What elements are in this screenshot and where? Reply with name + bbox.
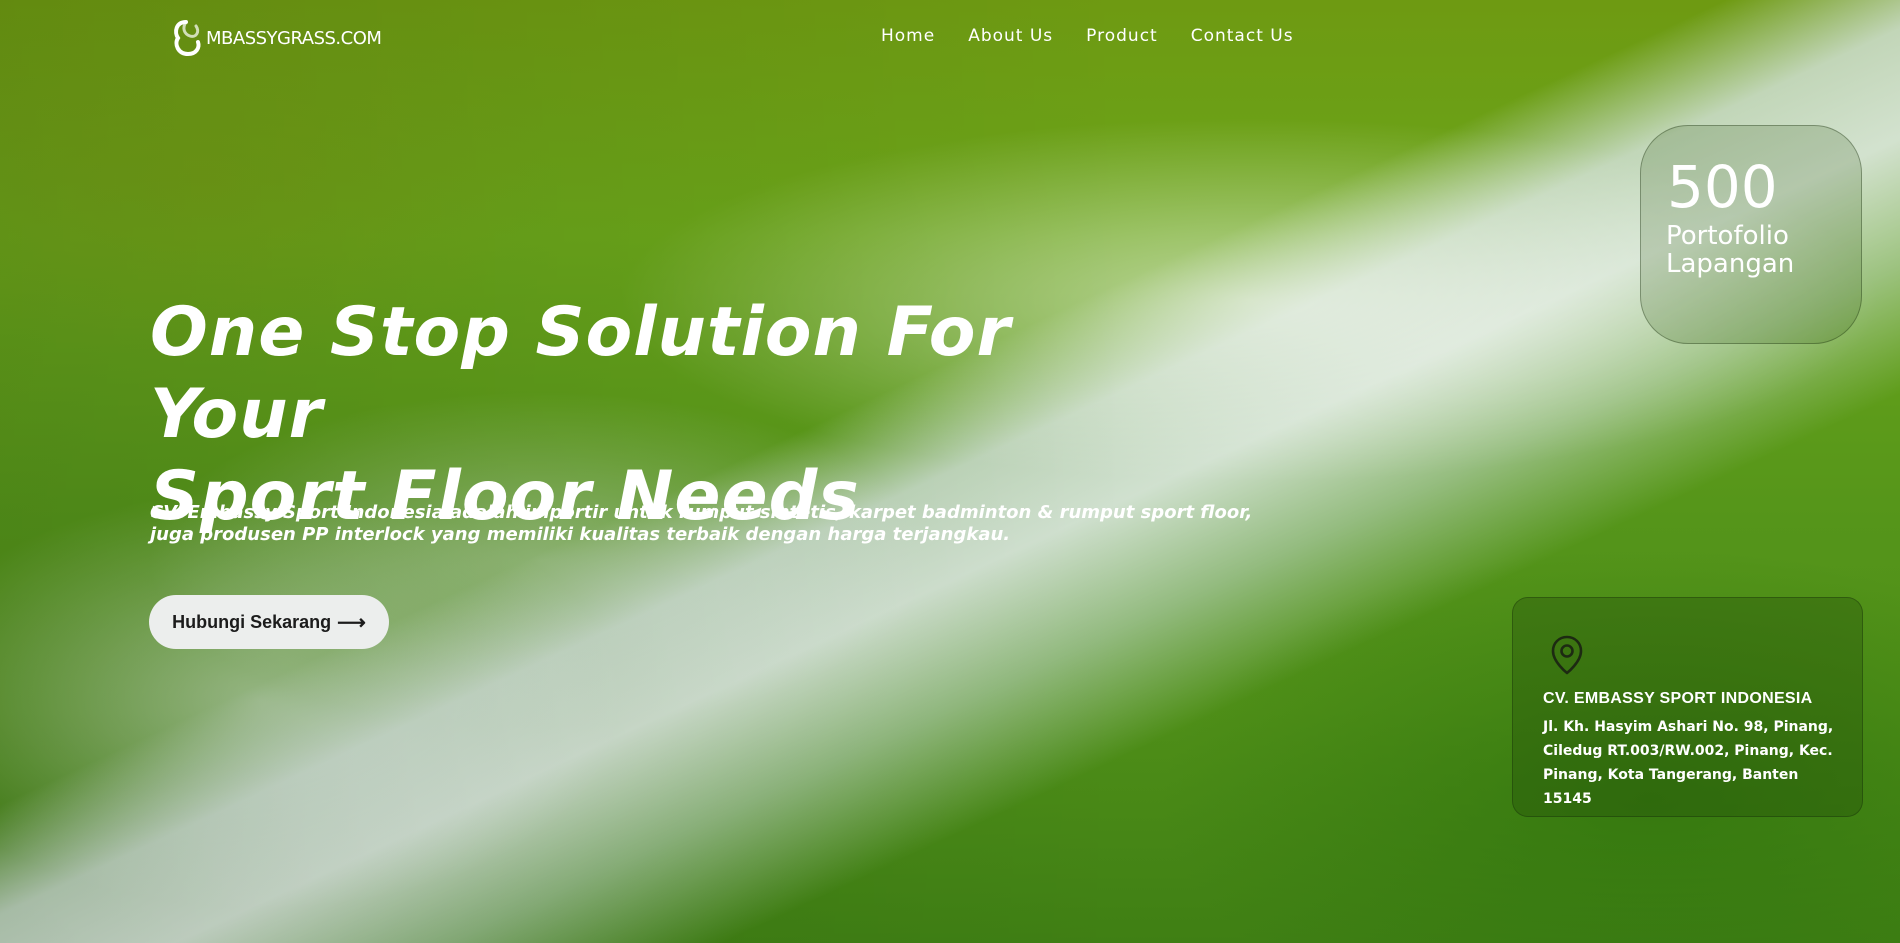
nav-home[interactable]: Home (881, 26, 935, 46)
nav-contact-us[interactable]: Contact Us (1191, 26, 1294, 46)
logo-text: MBASSYGRASS.COM (206, 27, 382, 49)
company-name: CV. EMBASSY SPORT INDONESIA (1543, 690, 1813, 707)
stat-number: 500 (1667, 153, 1778, 221)
stat-label-line-1: Portofolio (1666, 221, 1789, 251)
contact-now-label: Hubungi Sekarang (172, 611, 332, 632)
main-nav: Home About Us Product Contact Us (881, 26, 1327, 46)
address-line-2: Ciledug RT.003/RW.002, Pinang, Kec. (1543, 743, 1833, 759)
site-logo[interactable]: MBASSYGRASS.COM (172, 18, 382, 58)
stat-label-line-2: Lapangan (1666, 249, 1795, 279)
hero-title-line-1: One Stop Solution For Your (150, 293, 1012, 454)
hero-section: MBASSYGRASS.COM Home About Us Product Co… (0, 0, 1900, 943)
company-address: Jl. Kh. Hasyim Ashari No. 98, Pinang, Ci… (1543, 715, 1843, 811)
logo-mark-icon (174, 20, 201, 57)
address-line-3: Pinang, Kota Tangerang, Banten 15145 (1543, 767, 1799, 807)
contact-now-button[interactable]: Hubungi Sekarang ⟶ (149, 595, 389, 649)
hero-description: CV. Embassy Sport Indonesia adalah impor… (150, 502, 1253, 545)
portfolio-stat-card: 500 Portofolio Lapangan (1640, 125, 1862, 344)
stat-label: Portofolio Lapangan (1666, 222, 1846, 278)
nav-about-us[interactable]: About Us (968, 26, 1053, 46)
location-pin-icon (1551, 635, 1583, 675)
address-line-1: Jl. Kh. Hasyim Ashari No. 98, Pinang, (1543, 719, 1834, 735)
nav-product[interactable]: Product (1086, 26, 1158, 46)
address-card: CV. EMBASSY SPORT INDONESIA Jl. Kh. Hasy… (1512, 597, 1863, 817)
arrow-right-icon: ⟶ (337, 611, 366, 634)
